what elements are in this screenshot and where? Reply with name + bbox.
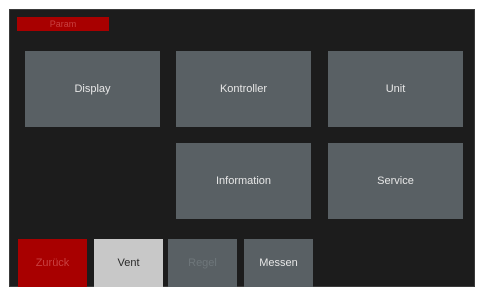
kontroller-button[interactable]: Kontroller [176,51,311,127]
unit-button-label: Unit [385,83,406,95]
tab-messen-label: Messen [259,257,298,269]
information-button[interactable]: Information [176,143,311,219]
kontroller-button-label: Kontroller [219,83,268,95]
information-button-label: Information [215,175,272,187]
tab-regel-label: Regel [188,257,217,269]
back-button[interactable]: Zurück [18,239,87,287]
tab-vent-label: Vent [117,257,140,269]
service-button[interactable]: Service [328,143,463,219]
param-screen: Param Display Kontroller Unit Informatio… [9,9,475,287]
tab-vent[interactable]: Vent [94,239,163,287]
display-button[interactable]: Display [25,51,160,127]
unit-button[interactable]: Unit [328,51,463,127]
back-button-label: Zurück [35,257,70,269]
display-button-label: Display [74,83,111,95]
page-title: Param [17,17,109,31]
service-button-label: Service [377,175,414,187]
tab-regel[interactable]: Regel [168,239,237,287]
tab-messen[interactable]: Messen [244,239,313,287]
